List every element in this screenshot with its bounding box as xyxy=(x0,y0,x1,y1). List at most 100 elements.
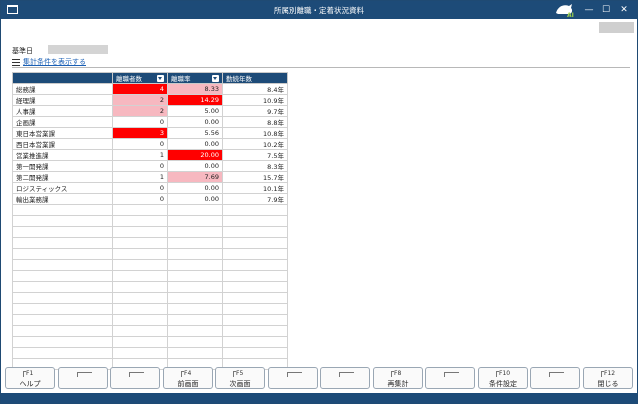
years-cell: 10.2年 xyxy=(222,138,288,150)
table-row[interactable]: 総務課 4 8.33 8.4年 xyxy=(12,83,288,95)
years-cell: 8.3年 xyxy=(222,160,288,172)
rate-cell: 5.00 xyxy=(167,105,223,117)
empty-cell xyxy=(222,303,288,315)
table-row[interactable]: 西日本営業課 0 0.00 10.2年 xyxy=(12,138,288,150)
table-row-empty xyxy=(12,303,288,315)
rate-cell: 20.00 xyxy=(167,149,223,161)
empty-cell xyxy=(112,347,168,359)
app-window: 所属別離職・定着状況資料 AI — ☐ ✕ 基準日 集計条件を表示する 離職者数 xyxy=(0,0,638,404)
dept-cell: 輸出業務課 xyxy=(12,193,113,205)
fkey-empty-button[interactable] xyxy=(268,367,318,389)
empty-cell xyxy=(167,336,223,348)
filter-dropdown-icon[interactable] xyxy=(212,75,219,82)
empty-cell xyxy=(222,270,288,282)
table-row[interactable]: 第二開発課 1 7.69 15.7年 xyxy=(12,171,288,183)
fkey-number: F12 xyxy=(600,370,616,377)
fkey-number: F10 xyxy=(495,370,511,377)
dept-cell: 第一開発課 xyxy=(12,160,113,172)
table-row[interactable]: ロジスティックス 0 0.00 10.1年 xyxy=(12,182,288,194)
dept-cell: 経理課 xyxy=(12,94,113,106)
empty-cell xyxy=(167,259,223,271)
fkey-f4-button[interactable]: F4 前画面 xyxy=(163,367,213,389)
filter-dropdown-icon[interactable] xyxy=(157,75,164,82)
fkey-empty-button[interactable] xyxy=(425,367,475,389)
table-row[interactable]: 経理課 2 14.29 10.9年 xyxy=(12,94,288,106)
dept-cell: 営業推進課 xyxy=(12,149,113,161)
empty-cell xyxy=(12,303,113,315)
empty-cell xyxy=(12,259,113,271)
dept-cell: 西日本営業課 xyxy=(12,138,113,150)
fkey-f12-button[interactable]: F12 閉じる xyxy=(583,367,633,389)
table-row[interactable]: 人事課 2 5.00 9.7年 xyxy=(12,105,288,117)
fkey-label: 次画面 xyxy=(229,380,251,388)
years-cell: 10.9年 xyxy=(222,94,288,106)
years-cell: 15.7年 xyxy=(222,171,288,183)
maximize-button[interactable]: ☐ xyxy=(599,3,613,17)
fkey-f1-button[interactable]: F1 ヘルプ xyxy=(5,367,55,389)
count-cell: 3 xyxy=(112,127,168,139)
empty-cell xyxy=(167,281,223,293)
empty-cell xyxy=(12,248,113,260)
show-conditions-label: 集計条件を表示する xyxy=(23,58,86,66)
col-header-rate[interactable]: 離職率 xyxy=(167,72,223,84)
empty-cell xyxy=(167,303,223,315)
empty-cell xyxy=(222,347,288,359)
table-row-empty xyxy=(12,281,288,293)
count-cell: 0 xyxy=(112,116,168,128)
dept-cell: 総務課 xyxy=(12,83,113,95)
empty-cell xyxy=(112,292,168,304)
col-header-count[interactable]: 離職者数 xyxy=(112,72,168,84)
table-row-empty xyxy=(12,215,288,227)
empty-cell xyxy=(112,259,168,271)
fkey-empty-button[interactable] xyxy=(110,367,160,389)
empty-cell xyxy=(12,325,113,337)
fkey-empty-button[interactable] xyxy=(58,367,108,389)
table-row-empty xyxy=(12,292,288,304)
table-row[interactable]: 営業推進課 1 20.00 7.5年 xyxy=(12,149,288,161)
minimize-button[interactable]: — xyxy=(582,3,596,17)
fkey-empty-button[interactable] xyxy=(530,367,580,389)
empty-cell xyxy=(12,215,113,227)
table-header-row: 離職者数 離職率 勤続年数 xyxy=(12,72,288,84)
empty-cell xyxy=(222,248,288,260)
col-header-rate-label: 離職率 xyxy=(171,75,191,83)
empty-cell xyxy=(112,215,168,227)
fkey-f8-button[interactable]: F8 再集計 xyxy=(373,367,423,389)
empty-cell xyxy=(112,336,168,348)
fkey-number: F5 xyxy=(232,370,244,377)
ai-logo-icon: AI xyxy=(556,4,574,18)
years-cell: 10.8年 xyxy=(222,127,288,139)
col-header-dept xyxy=(12,72,113,84)
fkey-f5-button[interactable]: F5 次画面 xyxy=(215,367,265,389)
base-date-label: 基準日 xyxy=(12,47,33,55)
years-cell: 8.8年 xyxy=(222,116,288,128)
table-row-empty xyxy=(12,336,288,348)
fkey-label: 再集計 xyxy=(387,380,409,388)
empty-cell xyxy=(112,248,168,260)
empty-cell xyxy=(12,347,113,359)
close-button[interactable]: ✕ xyxy=(617,3,631,17)
empty-cell xyxy=(167,347,223,359)
empty-cell xyxy=(112,281,168,293)
rate-cell: 14.29 xyxy=(167,94,223,106)
table-row-empty xyxy=(12,325,288,337)
table-row[interactable]: 第一開発課 0 0.00 8.3年 xyxy=(12,160,288,172)
dept-cell: 企画課 xyxy=(12,116,113,128)
empty-cell xyxy=(167,325,223,337)
table-row[interactable]: 企画課 0 0.00 8.8年 xyxy=(12,116,288,128)
fkey-f10-button[interactable]: F10 条件設定 xyxy=(478,367,528,389)
years-cell: 10.1年 xyxy=(222,182,288,194)
table-row[interactable]: 輸出業務課 0 0.00 7.9年 xyxy=(12,193,288,205)
empty-cell xyxy=(222,281,288,293)
fkey-empty-button[interactable] xyxy=(320,367,370,389)
empty-cell xyxy=(222,259,288,271)
show-conditions-link[interactable]: 集計条件を表示する xyxy=(12,57,86,67)
empty-cell xyxy=(112,314,168,326)
fkey-number: F8 xyxy=(390,370,402,377)
status-bar xyxy=(1,393,637,403)
count-cell: 4 xyxy=(112,83,168,95)
table-row[interactable]: 東日本営業課 3 5.56 10.8年 xyxy=(12,127,288,139)
rate-cell: 0.00 xyxy=(167,138,223,150)
fkey-label: 閉じる xyxy=(597,380,619,388)
rate-cell: 0.00 xyxy=(167,116,223,128)
